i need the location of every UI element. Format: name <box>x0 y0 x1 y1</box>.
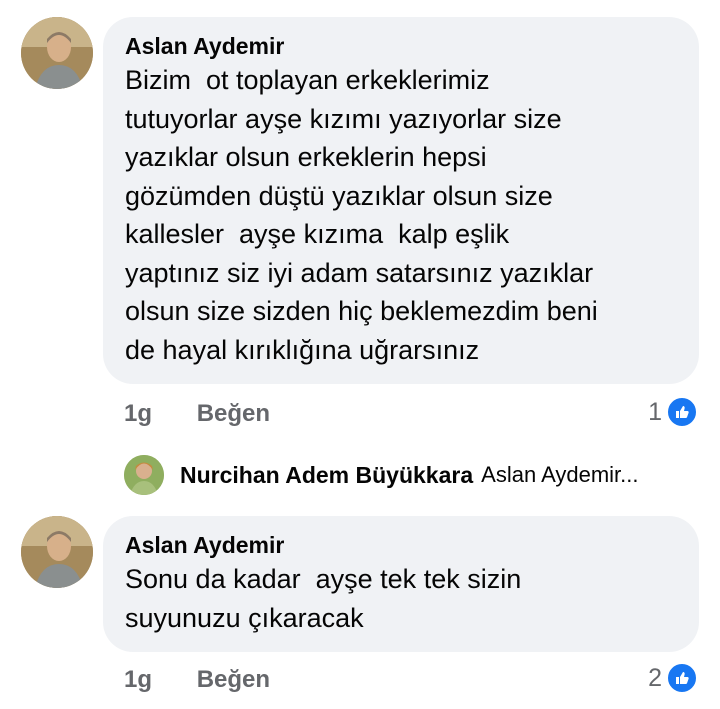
like-thumb-icon <box>666 396 698 428</box>
reaction-summary[interactable]: 2 <box>648 662 698 694</box>
comment-author[interactable]: Aslan Aydemir <box>125 530 677 560</box>
comment-text: Sonu da kadar ayşe tek tek sizin suyunuz… <box>125 564 522 633</box>
reply-preview[interactable]: Nurcihan Adem Büyükkara Aslan Aydemir... <box>124 455 638 495</box>
comment-bubble: Aslan Aydemir Sonu da kadar ayşe tek tek… <box>103 516 699 652</box>
like-button[interactable]: Beğen <box>197 666 270 693</box>
reply-author[interactable]: Nurcihan Adem Büyükkara <box>180 462 473 489</box>
comment-actions: 1g Beğen <box>124 400 308 428</box>
comment-bubble: Aslan Aydemir Bizim ot toplayan erkekler… <box>103 17 699 384</box>
reaction-summary[interactable]: 1 <box>648 396 698 428</box>
comment-author[interactable]: Aslan Aydemir <box>125 31 677 61</box>
comment-text: Bizim ot toplayan erkeklerimiz tutuyorla… <box>125 65 598 365</box>
avatar-photo <box>21 17 93 89</box>
avatar[interactable] <box>21 516 93 588</box>
reply-snippet: Aslan Aydemir... <box>481 462 639 487</box>
comment-actions: 1g Beğen <box>124 666 308 694</box>
reaction-count: 1 <box>648 397 662 426</box>
avatar-photo <box>21 516 93 588</box>
reaction-count: 2 <box>648 663 662 692</box>
like-button[interactable]: Beğen <box>197 400 270 427</box>
reply-avatar <box>124 455 164 495</box>
comment-timestamp[interactable]: 1g <box>124 400 152 427</box>
avatar[interactable] <box>21 17 93 89</box>
like-thumb-icon <box>666 662 698 694</box>
comment-timestamp[interactable]: 1g <box>124 666 152 693</box>
